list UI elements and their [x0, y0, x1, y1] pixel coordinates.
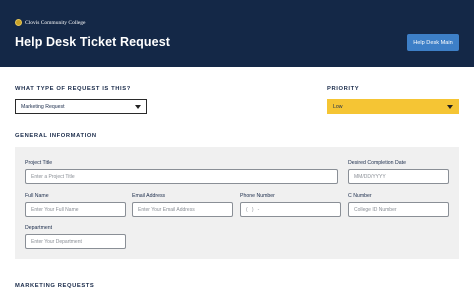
department-input[interactable]: [25, 234, 126, 249]
c-number-label: C Number: [348, 193, 372, 199]
request-type-select[interactable]: Marketing Request: [15, 99, 147, 114]
priority-label: PRIORITY: [327, 86, 360, 92]
project-title-input[interactable]: [25, 169, 338, 184]
chevron-down-icon: [447, 105, 453, 109]
full-name-input[interactable]: [25, 202, 126, 217]
page-header: Clovis Community College Help Desk Ticke…: [0, 0, 474, 67]
general-information-label: GENERAL INFORMATION: [15, 133, 97, 139]
phone-input[interactable]: [240, 202, 341, 217]
logo-text: Clovis Community College: [25, 19, 86, 26]
phone-label: Phone Number: [240, 193, 275, 199]
c-number-input[interactable]: [348, 202, 449, 217]
priority-select[interactable]: Low: [327, 99, 459, 114]
page-title: Help Desk Ticket Request: [15, 35, 171, 49]
college-seal-icon: [15, 19, 22, 26]
project-title-label: Project Title: [25, 160, 53, 166]
email-input[interactable]: [132, 202, 233, 217]
chevron-down-icon: [135, 105, 141, 109]
email-label: Email Address: [132, 193, 166, 199]
college-logo[interactable]: Clovis Community College: [15, 19, 86, 26]
full-name-label: Full Name: [25, 193, 49, 199]
request-type-value: Marketing Request: [21, 103, 65, 110]
marketing-requests-label: MARKETING REQUESTS: [15, 283, 95, 289]
help-desk-main-button[interactable]: Help Desk Main: [407, 34, 459, 51]
priority-value: Low: [333, 103, 343, 110]
department-label: Department: [25, 225, 53, 231]
request-type-label: WHAT TYPE OF REQUEST IS THIS?: [15, 86, 131, 92]
completion-date-input[interactable]: [348, 169, 449, 184]
completion-date-label: Desired Completion Date: [348, 160, 406, 166]
